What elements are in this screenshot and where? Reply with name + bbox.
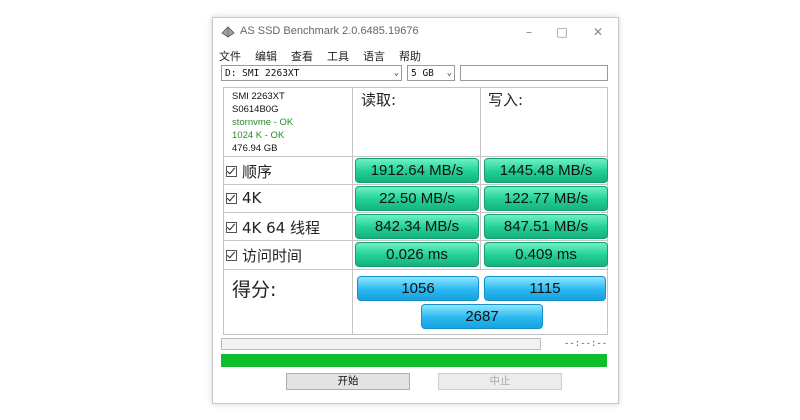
menu-tools[interactable]: 工具: [327, 48, 349, 64]
drive-serial: S0614B0G: [232, 104, 279, 115]
grid-line: [480, 87, 481, 270]
menu-file[interactable]: 文件: [219, 48, 241, 64]
maximize-icon[interactable]: □: [551, 23, 573, 41]
drive-capacity: 476.94 GB: [232, 143, 278, 154]
access-read-result: 0.026 ms: [355, 242, 479, 267]
size-select[interactable]: 5 GB ⌄: [407, 65, 455, 81]
test-4k-checkbox[interactable]: 4K: [226, 189, 261, 207]
size-select-value: 5 GB: [411, 68, 434, 79]
grid-line: [223, 87, 224, 335]
close-icon[interactable]: ✕: [587, 23, 609, 41]
start-button[interactable]: 开始: [286, 373, 410, 390]
grid-line: [607, 87, 608, 335]
menu-language[interactable]: 语言: [363, 48, 385, 64]
4k64-write-result: 847.51 MB/s: [484, 214, 608, 239]
score-read: 1056: [357, 276, 479, 301]
4k64-read-result: 842.34 MB/s: [355, 214, 479, 239]
stop-button[interactable]: 中止: [438, 373, 562, 390]
menu-help[interactable]: 帮助: [399, 48, 421, 64]
4k-write-result: 122.77 MB/s: [484, 186, 608, 211]
checkbox-icon: [226, 166, 237, 177]
menu-edit[interactable]: 编辑: [255, 48, 277, 64]
disk-icon: [221, 26, 235, 38]
info-field[interactable]: [460, 65, 608, 81]
test-label: 访问时间: [242, 247, 303, 265]
menu-view[interactable]: 查看: [291, 48, 313, 64]
grid-line: [223, 212, 608, 213]
test-4k64-checkbox[interactable]: 4K 64 线程: [226, 217, 320, 238]
window-title: AS SSD Benchmark 2.0.6485.19676: [240, 25, 419, 37]
checkbox-icon: [226, 250, 237, 261]
grid-line: [223, 87, 608, 88]
test-access-checkbox[interactable]: 访问时间: [226, 245, 302, 266]
access-write-result: 0.409 ms: [484, 242, 608, 267]
test-label: 4K: [242, 189, 262, 207]
score-label: 得分:: [232, 279, 277, 301]
driver-status: stornvme - OK: [232, 117, 294, 128]
overall-progress-bar: [221, 354, 607, 367]
alignment-status: 1024 K - OK: [232, 130, 285, 141]
menu-bar: 文件 编辑 查看 工具 语言 帮助: [219, 48, 435, 64]
test-seq-checkbox[interactable]: 顺序: [226, 161, 272, 182]
seq-read-result: 1912.64 MB/s: [355, 158, 479, 183]
4k-read-result: 22.50 MB/s: [355, 186, 479, 211]
chevron-down-icon: ⌄: [446, 68, 452, 78]
grid-line: [223, 184, 608, 185]
drive-select-value: D: SMI 2263XT: [225, 68, 300, 79]
test-label: 4K 64 线程: [242, 219, 321, 237]
drive-info: SMI 2263XT S0614B0G stornvme - OK 1024 K…: [232, 90, 293, 155]
checkbox-icon: [226, 222, 237, 233]
score-write: 1115: [484, 276, 606, 301]
test-label: 顺序: [242, 163, 273, 181]
drive-select[interactable]: D: SMI 2263XT ⌄: [221, 65, 402, 81]
title-bar: AS SSD Benchmark 2.0.6485.19676 – □ ✕: [213, 18, 618, 46]
grid-line: [223, 269, 608, 270]
elapsed-time: --:--:--: [564, 339, 608, 349]
grid-line: [352, 87, 353, 335]
grid-line: [223, 334, 608, 335]
score-total: 2687: [421, 304, 543, 329]
minimize-icon[interactable]: –: [518, 23, 540, 41]
grid-line: [223, 240, 608, 241]
write-header: 写入:: [488, 91, 524, 109]
chevron-down-icon: ⌄: [393, 68, 399, 78]
checkbox-icon: [226, 192, 237, 204]
test-progress-bar: [221, 338, 541, 350]
read-header: 读取:: [361, 91, 397, 109]
drive-model: SMI 2263XT: [232, 91, 285, 102]
seq-write-result: 1445.48 MB/s: [484, 158, 608, 183]
grid-line: [223, 156, 608, 157]
